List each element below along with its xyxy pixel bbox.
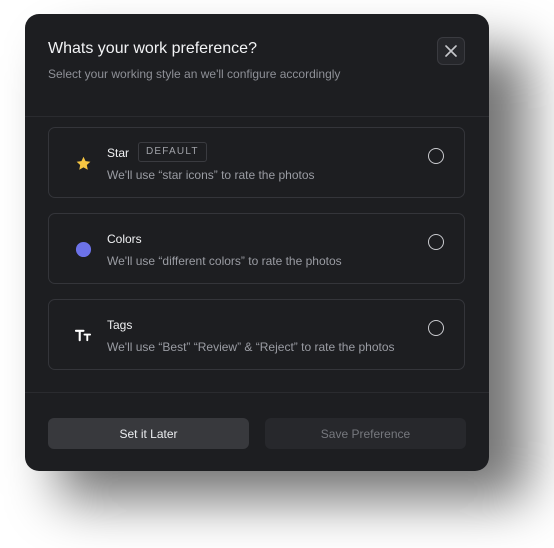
option-title: Star — [107, 146, 130, 160]
option-title: Colors — [107, 232, 142, 246]
option-description: We'll use “star icons” to rate the photo… — [107, 168, 315, 182]
close-icon — [445, 45, 457, 57]
dialog-subtitle: Select your working style an we'll confi… — [48, 67, 341, 81]
star-icon — [74, 154, 92, 172]
default-badge: DEFAULT — [138, 142, 207, 162]
option-tags[interactable]: Tags We'll use “Best” “Review” & “Reject… — [48, 299, 465, 370]
dialog-header: Whats your work preference? Select your … — [25, 14, 489, 117]
color-dot-icon — [74, 240, 92, 258]
dialog-title: Whats your work preference? — [48, 40, 257, 57]
option-description: We'll use “different colors” to rate the… — [107, 254, 342, 268]
dialog-footer: Set it Later Save Preference — [25, 392, 489, 471]
option-radio[interactable] — [428, 234, 444, 250]
close-button[interactable] — [437, 37, 465, 65]
save-preference-button[interactable]: Save Preference — [265, 418, 466, 449]
option-title: Tags — [107, 318, 133, 332]
preference-dialog: Whats your work preference? Select your … — [25, 14, 489, 471]
option-radio[interactable] — [428, 320, 444, 336]
option-radio[interactable] — [428, 148, 444, 164]
option-description: We'll use “Best” “Review” & “Reject” to … — [107, 340, 395, 354]
set-later-button[interactable]: Set it Later — [48, 418, 249, 449]
option-star[interactable]: Star DEFAULT We'll use “star icons” to r… — [48, 127, 465, 198]
option-colors[interactable]: Colors We'll use “different colors” to r… — [48, 213, 465, 284]
stage: Whats your work preference? Select your … — [0, 0, 554, 548]
text-tag-icon — [74, 326, 92, 344]
